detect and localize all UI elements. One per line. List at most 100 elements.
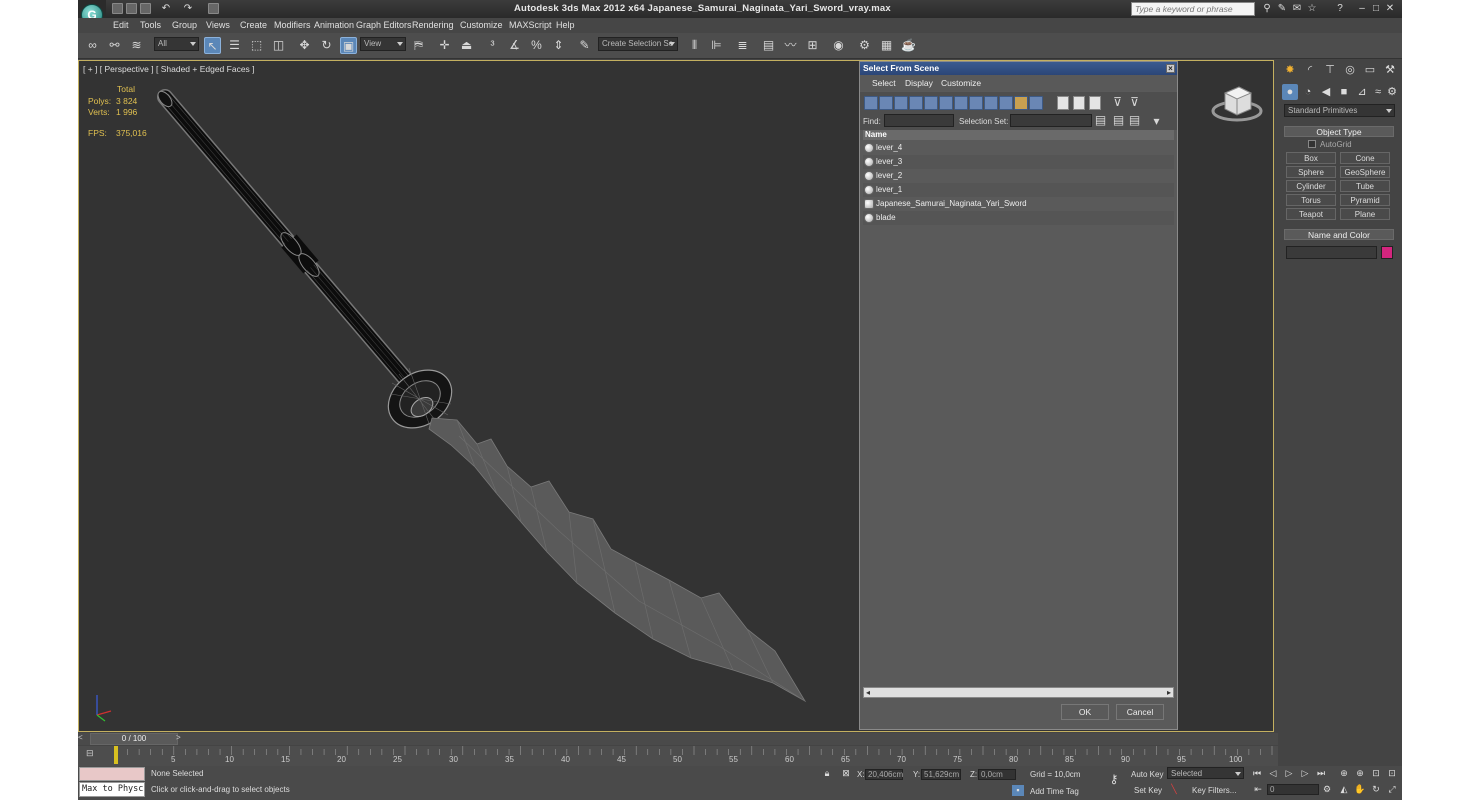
display-frozen-icon[interactable] bbox=[1014, 96, 1028, 110]
communication-icon[interactable]: ✉ bbox=[1291, 3, 1303, 14]
percent-snap-icon[interactable]: % bbox=[528, 37, 545, 54]
auto-key-button[interactable]: Auto Key bbox=[1131, 770, 1163, 779]
display-tab-icon[interactable]: ▭ bbox=[1362, 62, 1378, 78]
time-configuration-icon[interactable]: ⚙ bbox=[1321, 784, 1333, 795]
play-icon[interactable]: ▷ bbox=[1283, 768, 1295, 779]
geosphere-button[interactable]: GeoSphere bbox=[1340, 166, 1390, 178]
menu-edit[interactable]: Edit bbox=[113, 20, 129, 30]
helpers-category-icon[interactable]: ⊿ bbox=[1354, 84, 1370, 100]
material-editor-icon[interactable]: ◉ bbox=[830, 37, 847, 54]
render-production-icon[interactable]: ☕ bbox=[900, 37, 917, 54]
z-coordinate-field[interactable]: 0,0cm bbox=[978, 769, 1016, 780]
search-input[interactable]: Type a keyword or phrase bbox=[1131, 2, 1255, 16]
time-prev-icon[interactable]: < bbox=[78, 733, 86, 745]
project-folder-icon[interactable] bbox=[208, 3, 219, 14]
rendered-frame-window-icon[interactable]: ▦ bbox=[878, 37, 895, 54]
display-shapes-icon[interactable] bbox=[879, 96, 893, 110]
autogrid-checkbox[interactable] bbox=[1308, 140, 1316, 148]
named-selection-dropdown[interactable]: Create Selection Se bbox=[598, 37, 678, 51]
help-icon[interactable]: ? bbox=[1334, 3, 1346, 14]
lights-category-icon[interactable]: ◀ bbox=[1318, 84, 1334, 100]
sphere-button[interactable]: Sphere bbox=[1286, 166, 1336, 178]
binoculars-icon[interactable]: ⚲ bbox=[1261, 3, 1273, 14]
object-name-input[interactable] bbox=[1286, 246, 1377, 259]
ribbon-icon[interactable]: ▤ bbox=[760, 37, 777, 54]
field-of-view-icon[interactable]: ◭ bbox=[1338, 784, 1350, 795]
find-input[interactable] bbox=[884, 114, 954, 127]
unlink-icon[interactable]: ⚯ bbox=[106, 37, 123, 54]
time-slider-thumb[interactable]: 0 / 100 bbox=[90, 733, 178, 745]
torus-button[interactable]: Torus bbox=[1286, 194, 1336, 206]
cameras-category-icon[interactable]: ■ bbox=[1336, 84, 1352, 100]
menu-graph-editors[interactable]: Graph Editors bbox=[356, 20, 412, 30]
favorites-icon[interactable]: ☆ bbox=[1306, 3, 1318, 14]
ok-button[interactable]: OK bbox=[1061, 704, 1109, 720]
display-lights-icon[interactable] bbox=[894, 96, 908, 110]
x-coordinate-field[interactable]: 20,406cm bbox=[865, 769, 903, 780]
time-slider[interactable]: < 0 / 100 > bbox=[78, 733, 1278, 745]
list-item[interactable]: lever_3 bbox=[863, 155, 1174, 169]
selection-set-dropdown[interactable] bbox=[1010, 114, 1092, 127]
motion-tab-icon[interactable]: ◎ bbox=[1342, 62, 1358, 78]
dialog-menu-customize[interactable]: Customize bbox=[941, 78, 981, 88]
set-key-icon[interactable]: ⚷ bbox=[1104, 773, 1124, 785]
select-invert-icon[interactable] bbox=[1089, 96, 1101, 110]
key-mode-toggle-icon[interactable]: ⇤ bbox=[1252, 784, 1264, 795]
align-icon[interactable]: ⊫ bbox=[708, 37, 725, 54]
tube-button[interactable]: Tube bbox=[1340, 180, 1390, 192]
move-icon[interactable]: ✥ bbox=[296, 37, 313, 54]
sort-icon[interactable]: ▤ bbox=[1092, 112, 1109, 129]
utilities-tab-icon[interactable]: ⚒ bbox=[1382, 62, 1398, 78]
minimize-icon[interactable]: – bbox=[1356, 3, 1368, 14]
angle-snap-icon[interactable]: ∡ bbox=[506, 37, 523, 54]
y-coordinate-field[interactable]: 51,629cm bbox=[921, 769, 961, 780]
display-space-warps-icon[interactable] bbox=[939, 96, 953, 110]
spinner-snap-icon[interactable]: ⇕ bbox=[550, 37, 567, 54]
selection-lock-icon[interactable]: 🔒︎ bbox=[821, 768, 833, 779]
redo-icon[interactable]: ↷ bbox=[182, 3, 194, 14]
viewcube-icon[interactable] bbox=[1209, 75, 1265, 127]
layer-manager-icon[interactable]: ≣ bbox=[734, 37, 751, 54]
zoom-extents-icon[interactable]: ⊡ bbox=[1370, 768, 1382, 779]
object-color-swatch[interactable] bbox=[1381, 246, 1393, 259]
display-hidden-icon[interactable] bbox=[1029, 96, 1043, 110]
geometry-category-icon[interactable]: ● bbox=[1282, 84, 1298, 100]
teapot-button[interactable]: Teapot bbox=[1286, 208, 1336, 220]
scale-icon[interactable]: ▣ bbox=[340, 37, 357, 54]
modify-tab-icon[interactable]: ◜ bbox=[1302, 62, 1318, 78]
select-manipulate-icon[interactable]: ✛ bbox=[436, 37, 453, 54]
key-filter-icon[interactable]: ╲ bbox=[1168, 784, 1180, 795]
window-crossing-icon[interactable]: ◫ bbox=[270, 37, 287, 54]
menu-views[interactable]: Views bbox=[206, 20, 230, 30]
scroll-right-icon[interactable]: ▸ bbox=[1167, 688, 1171, 697]
display-containers-icon[interactable] bbox=[999, 96, 1013, 110]
list-item[interactable]: lever_2 bbox=[863, 169, 1174, 183]
current-frame-field[interactable]: 0 bbox=[1267, 784, 1319, 795]
plane-button[interactable]: Plane bbox=[1340, 208, 1390, 220]
orbit-icon[interactable]: ↻ bbox=[1370, 784, 1382, 795]
menu-animation[interactable]: Animation bbox=[314, 20, 354, 30]
save-file-icon[interactable] bbox=[140, 3, 151, 14]
new-file-icon[interactable] bbox=[112, 3, 123, 14]
menu-help[interactable]: Help bbox=[556, 20, 575, 30]
display-xrefs-icon[interactable] bbox=[969, 96, 983, 110]
selection-filter-dropdown[interactable]: All bbox=[154, 37, 199, 51]
go-to-end-icon[interactable]: ⏭ bbox=[1315, 768, 1327, 779]
name-column-header[interactable]: Name bbox=[863, 130, 1174, 140]
menu-modifiers[interactable]: Modifiers bbox=[274, 20, 311, 30]
filter-icon[interactable]: ⊽ bbox=[1109, 94, 1126, 111]
cancel-button[interactable]: Cancel bbox=[1116, 704, 1164, 720]
next-frame-icon[interactable]: ▷ bbox=[1299, 768, 1311, 779]
link-icon[interactable]: ∞ bbox=[84, 37, 101, 54]
dialog-title-bar[interactable]: Select From Scene × bbox=[860, 62, 1177, 75]
menu-maxscript[interactable]: MAXScript bbox=[509, 20, 552, 30]
filter-options-icon[interactable]: ⊽ bbox=[1126, 94, 1143, 111]
cone-button[interactable]: Cone bbox=[1340, 152, 1390, 164]
curve-editor-mini-icon[interactable]: ⊟ bbox=[86, 748, 100, 760]
select-all-icon[interactable] bbox=[1057, 96, 1069, 110]
rectangular-selection-icon[interactable]: ⬚ bbox=[248, 37, 265, 54]
hierarchy-tab-icon[interactable]: ⊤ bbox=[1322, 62, 1338, 78]
systems-category-icon[interactable]: ⚙ bbox=[1384, 84, 1400, 100]
list-item[interactable]: lever_4 bbox=[863, 141, 1174, 155]
add-time-tag[interactable]: Add Time Tag bbox=[1030, 787, 1079, 796]
